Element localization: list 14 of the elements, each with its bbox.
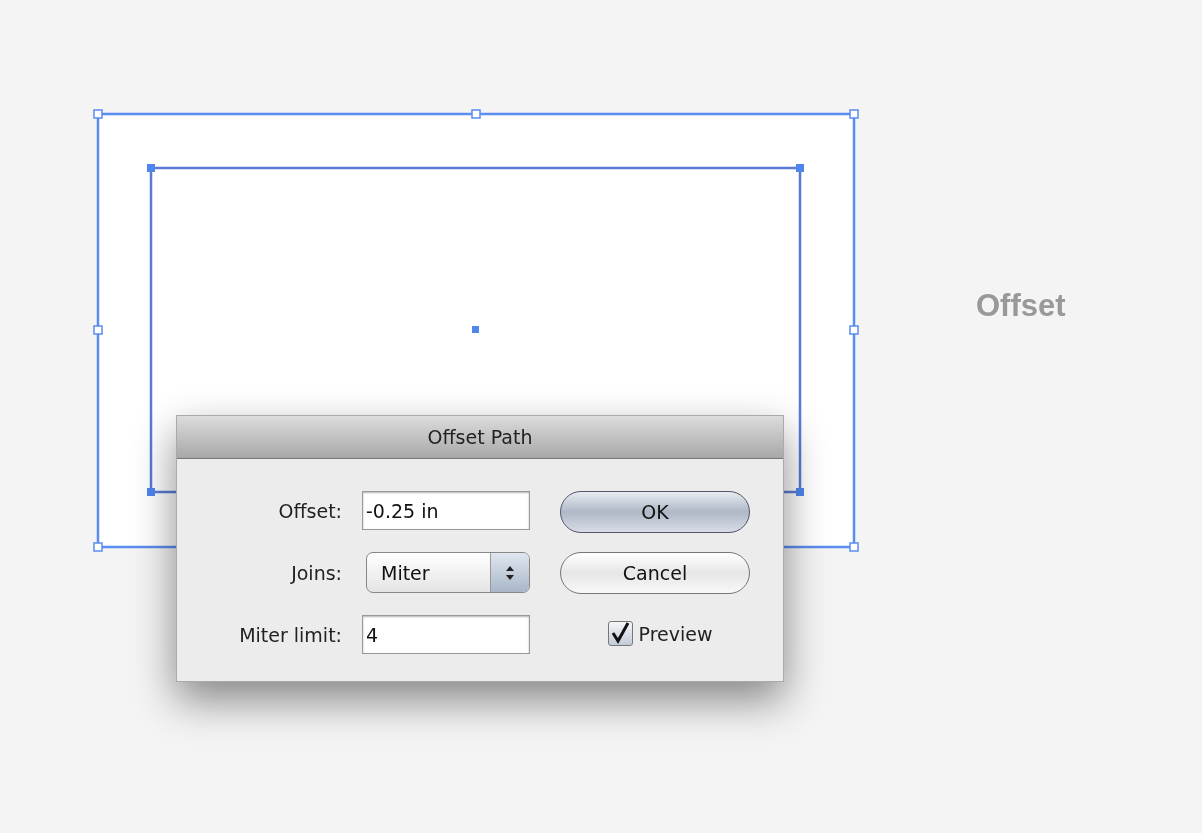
preview-label: Preview bbox=[638, 622, 713, 645]
field-label: Offset: bbox=[277, 499, 342, 522]
preview-checkbox[interactable] bbox=[607, 621, 633, 646]
dialog-title: Offset Path bbox=[177, 416, 783, 459]
cancel-button[interactable]: Cancel bbox=[560, 552, 750, 594]
center-point bbox=[472, 326, 479, 333]
field-label: Miter limit: bbox=[238, 623, 342, 646]
input-field[interactable]: -0.25 in bbox=[362, 491, 530, 530]
caption-label: Offset bbox=[976, 288, 1066, 324]
field-label: Joins: bbox=[289, 561, 342, 584]
ok-button[interactable]: OK bbox=[560, 491, 750, 533]
joins-dropdown[interactable]: Miter bbox=[366, 552, 530, 593]
input-field[interactable]: 4 bbox=[362, 615, 530, 654]
stepper-arrows-icon bbox=[505, 564, 515, 581]
